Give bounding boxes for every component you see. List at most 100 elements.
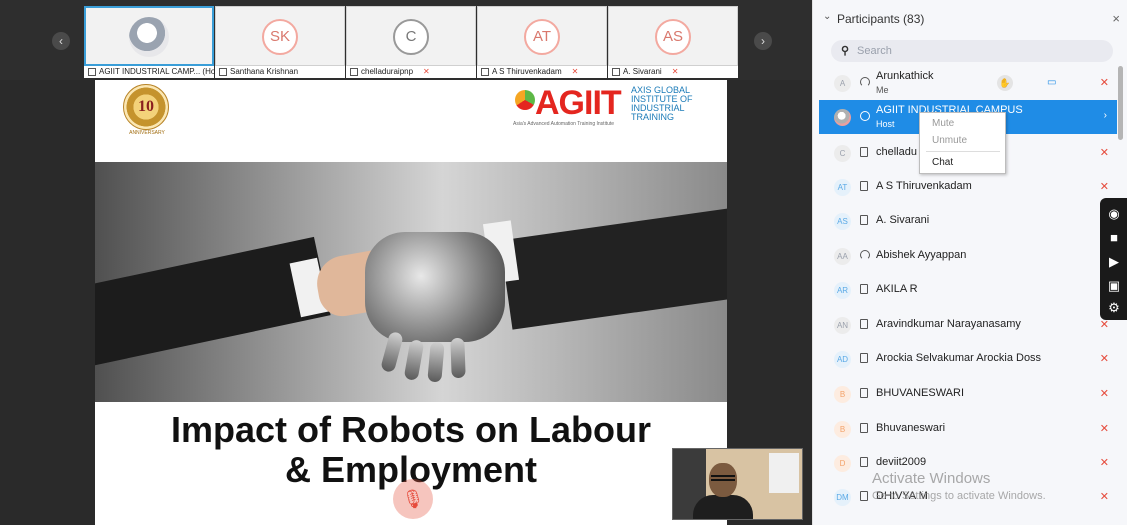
participants-title: Participants (83) xyxy=(837,12,925,26)
menu-item-chat[interactable]: Chat xyxy=(932,157,953,168)
muted-mic-icon[interactable]: ✕ xyxy=(1100,456,1109,469)
activate-windows-watermark: Activate Windows xyxy=(872,470,991,487)
participant-row[interactable]: AN Aravindkumar Narayanasamy ✕ xyxy=(819,308,1117,342)
avatar: B xyxy=(834,421,851,438)
prev-page-button[interactable]: ‹ xyxy=(52,32,70,50)
participant-role: Me xyxy=(876,85,889,95)
muted-mic-icon[interactable]: ✕ xyxy=(1100,490,1109,503)
muted-mic-icon[interactable]: ✕ xyxy=(1100,146,1109,159)
thumbnail-host[interactable] xyxy=(84,6,214,66)
participant-row[interactable]: AA Abishek Ayyappan xyxy=(819,239,1117,273)
participant-list-scrollbar[interactable] xyxy=(1118,66,1123,140)
screenshot-icon[interactable]: ◉ xyxy=(1106,206,1122,222)
avatar: SK xyxy=(262,19,298,55)
participant-context-menu: Mute Unmute Chat xyxy=(919,112,1006,174)
host-avatar xyxy=(129,17,169,57)
anniversary-badge: 10 xyxy=(123,84,169,130)
close-icon[interactable]: × xyxy=(1112,11,1120,26)
raise-hand-icon[interactable]: ✋ xyxy=(997,75,1013,91)
video-thumbnail-strip: ‹ SK C AT AS › AGIIT INDUSTRIAL CAMP... … xyxy=(0,0,812,80)
thumbnail-label: A S Thiruvenkadam ✕ xyxy=(477,66,607,78)
avatar: B xyxy=(834,386,851,403)
thumbnail-participant[interactable]: C xyxy=(346,6,476,66)
self-video-preview[interactable] xyxy=(672,448,803,520)
participant-row[interactable]: AR AKILA R xyxy=(819,273,1117,307)
more-options-icon[interactable]: › xyxy=(1104,110,1107,121)
participant-name: AKILA R xyxy=(876,283,918,295)
avatar: C xyxy=(393,19,429,55)
app-window: ‹ SK C AT AS › AGIIT INDUSTRIAL CAMP... … xyxy=(0,0,1127,525)
participant-name: chelladu xyxy=(876,146,917,158)
participant-name: BHUVANESWARI xyxy=(876,387,965,399)
thumbnail-participant[interactable]: AT xyxy=(477,6,607,66)
agiit-mark-icon xyxy=(515,90,535,110)
thumbnail-label: AGIIT INDUSTRIAL CAMP... (Host) xyxy=(84,66,224,78)
headset-icon xyxy=(860,250,870,260)
handshake-image xyxy=(95,162,727,402)
participant-row[interactable]: AT A S Thiruvenkadam ✕ xyxy=(819,170,1117,204)
muted-mic-icon: ✕ xyxy=(423,67,430,76)
participant-name: Arunkathick xyxy=(876,70,934,82)
camera-icon[interactable]: ■ xyxy=(1106,230,1122,246)
activate-windows-subtext: Go to Settings to activate Windows. xyxy=(872,490,1046,502)
menu-divider xyxy=(926,151,1000,152)
device-icon xyxy=(860,147,868,157)
device-icon xyxy=(860,353,868,363)
muted-mic-icon[interactable]: ✕ xyxy=(1100,76,1109,89)
video-icon[interactable]: ▶ xyxy=(1106,254,1122,270)
next-page-button[interactable]: › xyxy=(754,32,772,50)
avatar: DM xyxy=(834,489,851,506)
device-icon xyxy=(860,319,868,329)
muted-mic-icon[interactable]: ✕ xyxy=(1100,387,1109,400)
search-box: ⚲ xyxy=(831,40,1113,62)
avatar: D xyxy=(834,455,851,472)
device-icon xyxy=(860,423,868,433)
participant-row[interactable]: B Bhuvaneswari ✕ xyxy=(819,412,1117,446)
participant-name: Abishek Ayyappan xyxy=(876,249,967,261)
avatar: A xyxy=(834,75,851,92)
participant-name: Bhuvaneswari xyxy=(876,422,946,434)
avatar: AR xyxy=(834,282,851,299)
device-icon xyxy=(481,67,489,76)
participant-row[interactable]: AD Arockia Selvakumar Arockia Doss ✕ xyxy=(819,342,1117,376)
camera-icon[interactable]: ▭ xyxy=(1047,77,1056,88)
headset-icon xyxy=(88,67,96,76)
device-icon xyxy=(350,67,358,76)
avatar xyxy=(834,109,851,126)
menu-item-unmute[interactable]: Unmute xyxy=(932,135,967,146)
participant-row-self[interactable]: A Arunkathick Me ✋ ▭ ✕ xyxy=(819,66,1117,100)
participant-name: deviit2009 xyxy=(876,456,927,468)
muted-mic-icon[interactable]: ✕ xyxy=(1100,180,1109,193)
muted-mic-icon[interactable]: ✕ xyxy=(1100,352,1109,365)
participant-name: Aravindkumar Narayanasamy xyxy=(876,318,1021,330)
image-icon[interactable]: ▣ xyxy=(1106,278,1122,294)
participants-panel: ⌄ Participants (83) × ⚲ A Arunkathick Me… xyxy=(812,0,1127,525)
gear-icon[interactable]: ⚙ xyxy=(1106,300,1122,316)
participant-row[interactable]: B BHUVANESWARI ✕ xyxy=(819,377,1117,411)
thumbnail-label: chelladuraipnp ✕ xyxy=(346,66,476,78)
participant-name: Arockia Selvakumar Arockia Doss xyxy=(876,352,1042,364)
mute-toggle-button[interactable]: 🎙 xyxy=(393,479,433,519)
thumbnail-participant[interactable]: AS xyxy=(608,6,738,66)
avatar: AT xyxy=(524,19,560,55)
menu-item-mute[interactable]: Mute xyxy=(932,118,954,129)
thumbnail-participant[interactable]: SK xyxy=(215,6,345,66)
avatar: AN xyxy=(834,317,851,334)
anniversary-badge-text: ANNIVERSARY xyxy=(129,130,165,136)
search-icon: ⚲ xyxy=(841,45,850,57)
collapse-chevron-icon[interactable]: ⌄ xyxy=(823,11,831,22)
avatar: AD xyxy=(834,351,851,368)
participant-row[interactable]: AS A. Sivarani xyxy=(819,204,1117,238)
floating-toolbar: ◉ ■ ▶ ▣ ⚙ xyxy=(1100,198,1127,320)
avatar: AS xyxy=(655,19,691,55)
slide-title: Impact of Robots on Labour & Employment xyxy=(171,409,651,490)
participant-name: A. Sivarani xyxy=(876,214,930,226)
shared-slide: 10 ANNIVERSARY AGIIT AXIS GLOBAL INSTITU… xyxy=(95,80,727,525)
avatar: C xyxy=(834,145,851,162)
muted-mic-icon: ✕ xyxy=(571,67,579,76)
device-icon xyxy=(219,67,227,76)
thumbnail-label: Santhana Krishnan xyxy=(215,66,345,78)
muted-mic-icon[interactable]: ✕ xyxy=(1100,422,1109,435)
search-input[interactable] xyxy=(857,43,1097,59)
avatar: AS xyxy=(834,213,851,230)
